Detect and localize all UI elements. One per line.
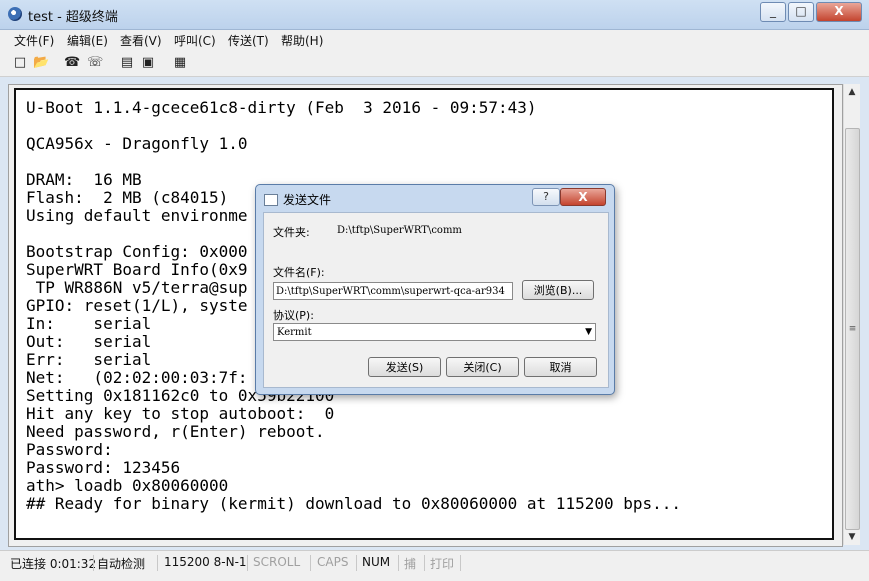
menu-transfer[interactable]: 传送(T) (228, 32, 269, 49)
receive-icon[interactable]: ▣ (140, 55, 156, 71)
toolbar: □ 📂 ☎ ☏ ▤ ▣ ▦ (0, 50, 869, 77)
send-icon[interactable]: ▤ (119, 55, 135, 71)
protocol-select[interactable]: Kermit ▼ (273, 323, 596, 341)
status-scroll: SCROLL (253, 555, 301, 569)
protocol-label: 协议(P): (273, 309, 314, 322)
dialog-title: 发送文件 (283, 193, 332, 207)
title-bar: test - 超级终端 _ □ X (0, 0, 869, 30)
status-connected-time: 已连接 0:01:32 (10, 557, 97, 571)
terminal-line: Out: serial (26, 332, 152, 351)
connect-icon[interactable]: ☎ (64, 55, 80, 71)
terminal-line: TP WR886N v5/terra@sup (26, 278, 248, 297)
new-icon[interactable]: □ (12, 55, 28, 71)
folder-value: D:\tftp\SuperWRT\comm (337, 225, 462, 236)
terminal-line: ath> loadb 0x80060000 (26, 476, 229, 495)
dialog-body: 文件夹: D:\tftp\SuperWRT\comm 文件名(F): D:\tf… (263, 212, 609, 388)
cancel-button[interactable]: 取消 (524, 357, 597, 377)
menu-view[interactable]: 查看(V) (120, 32, 162, 49)
terminal-line: SuperWRT Board Info(0x9 (26, 260, 248, 279)
terminal-line: Password: (26, 440, 113, 459)
vertical-scrollbar[interactable]: ▲ ≡ ▼ (843, 84, 860, 545)
terminal-line: GPIO: reset(1/L), syste (26, 296, 248, 315)
send-file-dialog: 发送文件 ? X 文件夹: D:\tftp\SuperWRT\comm 文件名(… (255, 184, 615, 395)
status-num: NUM (362, 555, 391, 569)
terminal-line: Hit any key to stop autoboot: 0 (26, 404, 335, 423)
maximize-button[interactable]: □ (788, 2, 814, 22)
terminal-line: U-Boot 1.1.4-gcece61c8-dirty (Feb 3 2016… (26, 98, 537, 117)
terminal-line: DRAM: 16 MB (26, 170, 142, 189)
properties-icon[interactable]: ▦ (172, 55, 188, 71)
status-print: 打印 (430, 557, 455, 571)
dialog-window-icon (264, 194, 278, 206)
dialog-help-button[interactable]: ? (532, 188, 560, 206)
send-button[interactable]: 发送(S) (368, 357, 441, 377)
window-title: test - 超级终端 (28, 10, 118, 25)
terminal-line: ## Ready for binary (kermit) download to… (26, 494, 682, 513)
terminal-line: Net: (02:02:00:03:7f: (26, 368, 248, 387)
filename-input[interactable]: D:\tftp\SuperWRT\comm\superwrt-qca-ar934 (273, 282, 513, 300)
status-capture: 捕 (404, 557, 417, 571)
terminal-line: Need password, r(Enter) reboot. (26, 422, 325, 441)
scroll-up-arrow-icon[interactable]: ▲ (844, 84, 860, 100)
scroll-down-arrow-icon[interactable]: ▼ (844, 529, 860, 545)
status-auto-detect: 自动检测 (97, 557, 146, 571)
chevron-down-icon: ▼ (585, 327, 592, 337)
menu-call[interactable]: 呼叫(C) (174, 32, 216, 49)
minimize-button[interactable]: _ (760, 2, 786, 22)
protocol-value: Kermit (277, 327, 312, 338)
terminal-line: QCA956x - Dragonfly 1.0 (26, 134, 248, 153)
close-button[interactable]: X (816, 2, 862, 22)
dialog-close-button[interactable]: X (560, 188, 606, 206)
terminal-line: Using default environme (26, 206, 248, 225)
terminal-line: Password: 123456 (26, 458, 181, 477)
open-icon[interactable]: 📂 (33, 55, 49, 71)
disconnect-icon[interactable]: ☏ (87, 55, 103, 71)
status-port-params: 115200 8-N-1 (164, 555, 247, 569)
app-icon (8, 7, 22, 21)
terminal-line: Flash: 2 MB (c84015) (26, 188, 229, 207)
menu-help[interactable]: 帮助(H) (281, 32, 323, 49)
status-bar: 已连接 0:01:32 自动检测 115200 8-N-1 SCROLL CAP… (0, 550, 869, 581)
status-caps: CAPS (317, 555, 349, 569)
terminal-line: Bootstrap Config: 0x000 (26, 242, 248, 261)
scrollbar-thumb[interactable]: ≡ (845, 128, 860, 530)
close-dialog-button[interactable]: 关闭(C) (446, 357, 519, 377)
menu-edit[interactable]: 编辑(E) (67, 32, 108, 49)
browse-button[interactable]: 浏览(B)... (522, 280, 594, 300)
filename-label: 文件名(F): (273, 266, 325, 279)
terminal-line: In: serial (26, 314, 152, 333)
folder-label: 文件夹: (273, 226, 310, 239)
menu-bar: 文件(F) 编辑(E) 查看(V) 呼叫(C) 传送(T) 帮助(H) (0, 30, 869, 50)
menu-file[interactable]: 文件(F) (14, 32, 54, 49)
terminal-line: Err: serial (26, 350, 152, 369)
